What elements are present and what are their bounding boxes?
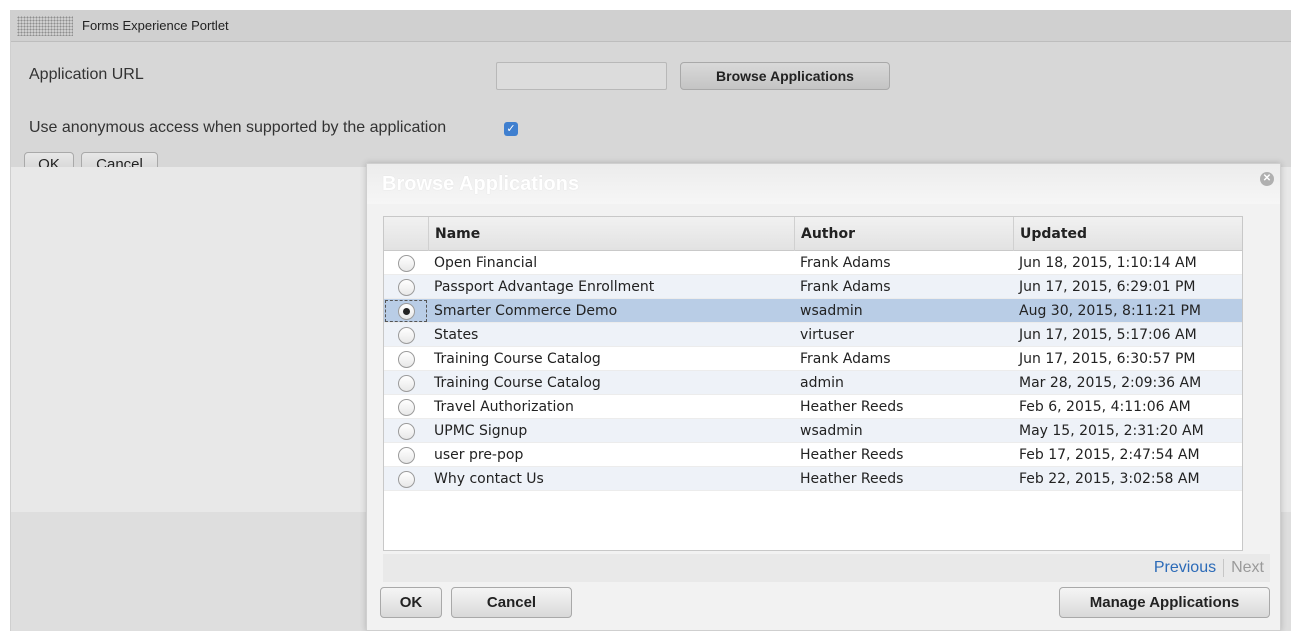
row-name-cell: Training Course Catalog xyxy=(434,351,601,367)
row-name-cell: Travel Authorization xyxy=(434,399,574,415)
row-name-cell: Training Course Catalog xyxy=(434,375,601,391)
select-column-header xyxy=(384,217,428,251)
row-radio-cell[interactable] xyxy=(384,347,428,371)
row-radio-button[interactable] xyxy=(397,470,415,488)
portlet-header: Forms Experience Portlet xyxy=(11,10,1291,42)
row-radio-cell[interactable] xyxy=(384,419,428,443)
row-radio-cell[interactable] xyxy=(384,467,428,491)
drag-handle-icon[interactable] xyxy=(17,16,73,36)
row-radio-button[interactable] xyxy=(397,302,415,320)
dialog-ok-button[interactable]: OK xyxy=(380,587,442,618)
anonymous-access-checkbox[interactable]: ✓ xyxy=(504,122,518,136)
browse-applications-button[interactable]: Browse Applications xyxy=(680,62,890,90)
row-updated-cell: Feb 22, 2015, 3:02:58 AM xyxy=(1019,471,1200,487)
table-row[interactable]: Open Financial Frank Adams Jun 18, 2015, 1… xyxy=(384,251,1242,275)
row-radio-cell[interactable] xyxy=(384,395,428,419)
row-author-cell: wsadmin xyxy=(800,423,863,439)
pager: Previous Next xyxy=(1154,554,1264,582)
table-row[interactable]: Training Course Catalog Frank Adams Jun 17… xyxy=(384,347,1242,371)
row-radio-button[interactable] xyxy=(397,326,415,344)
row-updated-cell: Jun 17, 2015, 5:17:06 AM xyxy=(1019,327,1197,343)
row-author-cell: wsadmin xyxy=(800,303,863,319)
table-row[interactable]: Travel Authorization Heather Reeds Feb 6, … xyxy=(384,395,1242,419)
checkmark-icon: ✓ xyxy=(506,122,516,135)
row-radio-button[interactable] xyxy=(397,374,415,392)
next-page-link[interactable]: Next xyxy=(1224,559,1264,577)
row-author-cell: Frank Adams xyxy=(800,255,891,271)
table-row[interactable]: Why contact Us Heather Reeds Feb 22, 2015,… xyxy=(384,467,1242,491)
row-radio-button[interactable] xyxy=(397,446,415,464)
row-name-cell: States xyxy=(434,327,479,343)
portlet-config-form: Application URL Browse Applications Use … xyxy=(11,42,1291,176)
row-radio-button[interactable] xyxy=(397,350,415,368)
row-author-cell: Frank Adams xyxy=(800,279,891,295)
row-updated-cell: Jun 17, 2015, 6:30:57 PM xyxy=(1019,351,1196,367)
row-updated-cell: May 15, 2015, 2:31:20 AM xyxy=(1019,423,1204,439)
row-radio-cell[interactable] xyxy=(384,275,428,299)
row-updated-cell: Feb 17, 2015, 2:47:54 AM xyxy=(1019,447,1200,463)
browse-applications-dialog: Browse Applications ✕ Name Author Update… xyxy=(366,163,1281,631)
row-author-cell: Heather Reeds xyxy=(800,471,904,487)
row-name-cell: Smarter Commerce Demo xyxy=(434,303,618,319)
anonymous-access-label: Use anonymous access when supported by t… xyxy=(29,119,447,136)
row-name-cell: Open Financial xyxy=(434,255,538,271)
application-url-label: Application URL xyxy=(29,66,144,83)
row-radio-cell[interactable] xyxy=(384,371,428,395)
column-header-name[interactable]: Name xyxy=(428,217,794,251)
row-author-cell: virtuser xyxy=(800,327,854,343)
portlet-title: Forms Experience Portlet xyxy=(82,18,229,33)
row-updated-cell: Jun 17, 2015, 6:29:01 PM xyxy=(1019,279,1196,295)
row-updated-cell: Feb 6, 2015, 4:11:06 AM xyxy=(1019,399,1191,415)
dialog-cancel-button[interactable]: Cancel xyxy=(451,587,572,618)
row-name-cell: Passport Advantage Enrollment xyxy=(434,279,655,295)
dialog-title: Browse Applications xyxy=(382,173,580,195)
manage-applications-button[interactable]: Manage Applications xyxy=(1059,587,1270,618)
row-radio-cell[interactable] xyxy=(384,251,428,275)
close-icon[interactable]: ✕ xyxy=(1260,172,1274,186)
row-radio-button[interactable] xyxy=(397,398,415,416)
table-row[interactable]: user pre-pop Heather Reeds Feb 17, 2015, 2… xyxy=(384,443,1242,467)
row-updated-cell: Aug 30, 2015, 8:11:21 PM xyxy=(1019,303,1201,319)
dialog-titlebar[interactable]: Browse Applications ✕ xyxy=(367,164,1280,204)
row-radio-cell[interactable] xyxy=(384,299,428,323)
row-updated-cell: Jun 18, 2015, 1:10:14 AM xyxy=(1019,255,1197,271)
row-author-cell: Heather Reeds xyxy=(800,447,904,463)
row-author-cell: Frank Adams xyxy=(800,351,891,367)
row-author-cell: admin xyxy=(800,375,844,391)
column-header-updated[interactable]: Updated xyxy=(1013,217,1244,251)
row-name-cell: UPMC Signup xyxy=(434,423,528,439)
table-row[interactable]: Passport Advantage Enrollment Frank Adams… xyxy=(384,275,1242,299)
table-header: Name Author Updated xyxy=(384,217,1242,251)
table-row[interactable]: Smarter Commerce Demo wsadmin Aug 30, 2015… xyxy=(384,299,1242,323)
row-radio-button[interactable] xyxy=(397,254,415,272)
row-name-cell: user pre-pop xyxy=(434,447,524,463)
applications-table: Name Author Updated Open Financial Frank … xyxy=(383,216,1243,551)
table-row[interactable]: Training Course Catalog admin Mar 28, 2015… xyxy=(384,371,1242,395)
row-radio-cell[interactable] xyxy=(384,323,428,347)
table-row[interactable]: States virtuser Jun 17, 2015, 5:17:06 AM xyxy=(384,323,1242,347)
row-updated-cell: Mar 28, 2015, 2:09:36 AM xyxy=(1019,375,1202,391)
row-radio-button[interactable] xyxy=(397,278,415,296)
row-name-cell: Why contact Us xyxy=(434,471,544,487)
row-author-cell: Heather Reeds xyxy=(800,399,904,415)
column-header-author[interactable]: Author xyxy=(794,217,1013,251)
pager-bar: Previous Next xyxy=(383,554,1270,582)
previous-page-link[interactable]: Previous xyxy=(1154,559,1223,577)
application-url-input[interactable] xyxy=(496,62,667,90)
radio-dot-icon xyxy=(402,307,410,315)
row-radio-button[interactable] xyxy=(397,422,415,440)
row-radio-cell[interactable] xyxy=(384,443,428,467)
table-row[interactable]: UPMC Signup wsadmin May 15, 2015, 2:31:20 … xyxy=(384,419,1242,443)
